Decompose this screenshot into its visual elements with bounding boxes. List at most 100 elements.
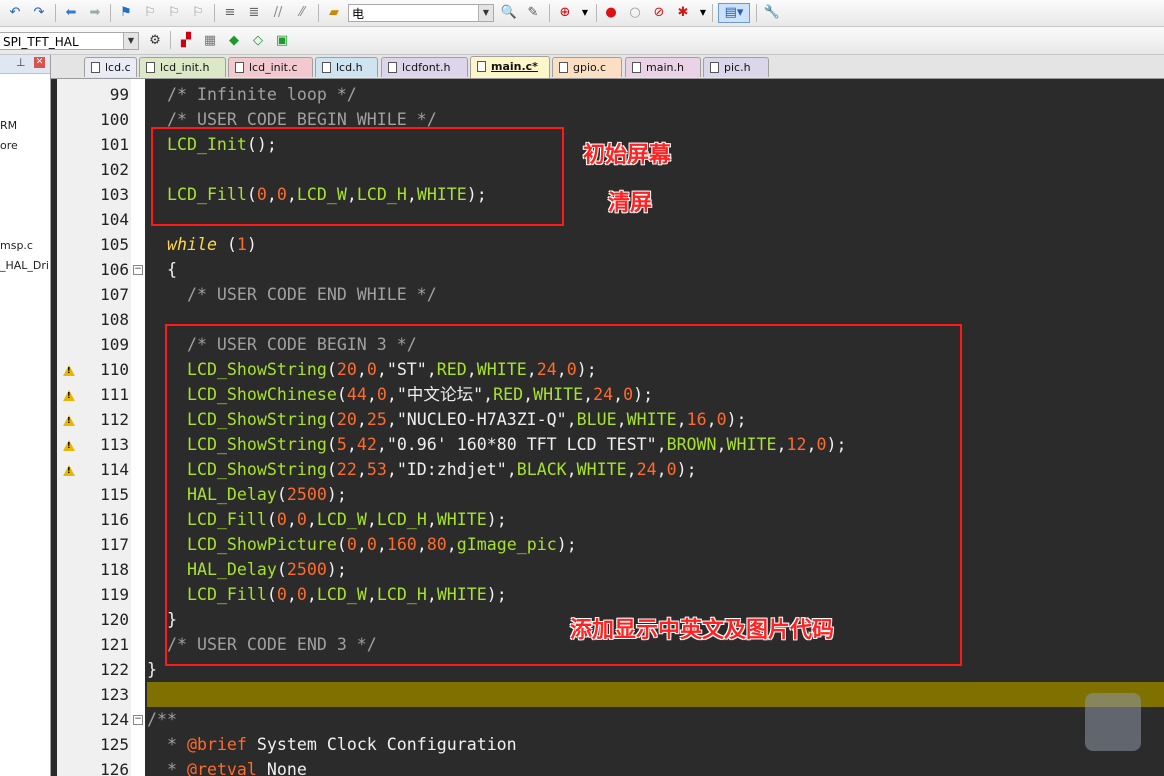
breakpoint-all-icon[interactable]: ✱ bbox=[674, 4, 692, 22]
fold-toggle-icon[interactable]: − bbox=[133, 715, 143, 725]
wrench-icon[interactable]: 🔧 bbox=[763, 4, 781, 22]
file-icon bbox=[477, 61, 486, 72]
code-line-99: /* Infinite loop */ bbox=[147, 85, 357, 104]
code-line-105: while (1) bbox=[166, 235, 257, 254]
find-combobox-value: 电 bbox=[352, 7, 365, 21]
line-number: 102 bbox=[100, 160, 129, 179]
project-tree-item[interactable]: msp.c bbox=[0, 239, 33, 252]
tab-main-c[interactable]: main.c* bbox=[470, 56, 550, 78]
chevron-down-icon[interactable]: ▼ bbox=[576, 4, 594, 22]
breakpoint-icon[interactable]: ● bbox=[602, 4, 620, 22]
warning-icon[interactable] bbox=[63, 365, 75, 376]
undo-icon[interactable]: ↶ bbox=[6, 4, 24, 22]
zoom-icon[interactable]: ⊕ bbox=[556, 4, 574, 22]
toolbar-separator bbox=[756, 4, 757, 22]
project-target-value: SPI_TFT_HAL bbox=[3, 35, 79, 49]
line-number: 104 bbox=[100, 210, 129, 229]
tab-lcd-c[interactable]: lcd.c bbox=[84, 57, 137, 77]
line-number: 106 bbox=[100, 260, 129, 279]
line-number: 116 bbox=[100, 510, 129, 529]
line-number: 117 bbox=[100, 535, 129, 554]
tab-pic-h[interactable]: pic.h bbox=[703, 57, 769, 77]
redo-icon[interactable]: ↷ bbox=[30, 4, 48, 22]
line-number: 121 bbox=[100, 635, 129, 654]
window-layout-icon[interactable]: ▤▾ bbox=[718, 3, 750, 23]
file-icon bbox=[559, 62, 568, 73]
open-folder-icon[interactable]: ▰ bbox=[325, 4, 343, 22]
bookmark-prev-icon[interactable]: ⚐ bbox=[141, 4, 159, 22]
code-line-106: { bbox=[147, 260, 177, 279]
project-tree-item[interactable]: RM bbox=[0, 119, 17, 132]
pin-icon[interactable]: ⊥ bbox=[16, 56, 26, 69]
code-token: 1 bbox=[236, 235, 247, 254]
file-icon bbox=[632, 62, 641, 73]
manage-packs-icon[interactable]: ▣ bbox=[273, 32, 291, 50]
comment-icon[interactable]: // bbox=[269, 4, 287, 22]
file-icon bbox=[388, 62, 397, 73]
line-number: 126 bbox=[100, 760, 129, 776]
target-options-icon[interactable]: ⚙ bbox=[146, 32, 164, 50]
line-number: 107 bbox=[100, 285, 129, 304]
find-in-files-icon[interactable]: 🔍 bbox=[500, 4, 518, 22]
line-number: 125 bbox=[100, 735, 129, 754]
code-line-107: /* USER CODE END WHILE */ bbox=[147, 285, 437, 304]
tab-gpio-c[interactable]: gpio.c bbox=[552, 57, 622, 77]
chevron-down-icon[interactable]: ▼ bbox=[478, 5, 493, 21]
line-number: 105 bbox=[100, 235, 129, 254]
line-number: 100 bbox=[100, 110, 129, 129]
project-tree-item[interactable]: ore bbox=[0, 139, 18, 152]
code-token: System Clock Configuration bbox=[246, 735, 517, 754]
code-line-125: * @brief System Clock Configuration bbox=[147, 732, 517, 757]
tab-lcd-h[interactable]: lcd.h bbox=[315, 57, 378, 77]
books-icon[interactable]: ▦ bbox=[201, 32, 219, 50]
run-time-env-icon[interactable]: ◇ bbox=[249, 32, 267, 50]
warning-icon[interactable] bbox=[63, 440, 75, 451]
warning-icon[interactable] bbox=[63, 390, 75, 401]
line-number: 122 bbox=[100, 660, 129, 679]
nav-back-icon[interactable]: ⬅ bbox=[62, 4, 80, 22]
toolbar-separator bbox=[55, 4, 56, 22]
chevron-down-icon[interactable]: ▼ bbox=[694, 4, 712, 22]
line-number: 99 bbox=[109, 85, 129, 104]
file-icon bbox=[91, 62, 100, 73]
file-icon bbox=[235, 62, 244, 73]
unindent-icon[interactable]: ≣ bbox=[245, 4, 263, 22]
code-line-126: * @retval None bbox=[147, 757, 307, 776]
line-number: 101 bbox=[100, 135, 129, 154]
toolbar-separator bbox=[712, 4, 713, 22]
fold-toggle-icon[interactable]: − bbox=[133, 265, 143, 275]
close-icon[interactable]: ✕ bbox=[34, 57, 45, 68]
tab-lcdfont-h[interactable]: lcdfont.h bbox=[381, 57, 468, 77]
overlay-widget bbox=[1085, 693, 1141, 751]
code-token: @retval bbox=[186, 760, 257, 776]
line-number: 120 bbox=[100, 610, 129, 629]
project-panel-header: ⊥ ✕ bbox=[0, 55, 50, 74]
tab-lcd-init-h[interactable]: lcd_init.h bbox=[139, 57, 226, 77]
line-number: 124 bbox=[100, 710, 129, 729]
find-combobox[interactable]: 电 ▼ bbox=[348, 4, 494, 22]
bookmark-icon[interactable]: ⚑ bbox=[117, 4, 135, 22]
project-tree-item[interactable]: _HAL_Dri bbox=[0, 259, 49, 272]
annotation-box-init bbox=[151, 127, 564, 226]
nav-forward-icon[interactable]: ➡ bbox=[86, 4, 104, 22]
warning-icon[interactable] bbox=[63, 415, 75, 426]
line-number: 108 bbox=[100, 310, 129, 329]
tab-lcd-init-c[interactable]: lcd_init.c bbox=[228, 57, 313, 77]
build-toolbar: SPI_TFT_HAL ▼ ⚙ ▞ ▦ ◆ ◇ ▣ bbox=[0, 27, 1164, 55]
editor-tab-bar: lcd.c lcd_init.h lcd_init.c lcd.h lcdfon… bbox=[51, 55, 1164, 79]
breakpoint-kill-icon[interactable]: ⊘ bbox=[650, 4, 668, 22]
pack-installer-icon[interactable]: ◆ bbox=[225, 32, 243, 50]
code-token: @brief bbox=[186, 735, 247, 754]
bookmark-next-icon[interactable]: ⚐ bbox=[165, 4, 183, 22]
component-icon[interactable]: ▞ bbox=[177, 32, 195, 50]
breakpoint-disabled-icon[interactable]: ○ bbox=[626, 4, 644, 22]
debug-settings-icon[interactable]: ✎ bbox=[524, 4, 542, 22]
indent-icon[interactable]: ≡ bbox=[221, 4, 239, 22]
bookmark-clear-icon[interactable]: ⚐ bbox=[189, 4, 207, 22]
tab-main-h[interactable]: main.h bbox=[625, 57, 701, 77]
warning-icon[interactable] bbox=[63, 465, 75, 476]
chevron-down-icon[interactable]: ▼ bbox=[123, 33, 138, 49]
uncomment-icon[interactable]: ⁄⁄ bbox=[293, 4, 311, 22]
project-target-select[interactable]: SPI_TFT_HAL ▼ bbox=[0, 32, 139, 50]
line-number: 103 bbox=[100, 185, 129, 204]
